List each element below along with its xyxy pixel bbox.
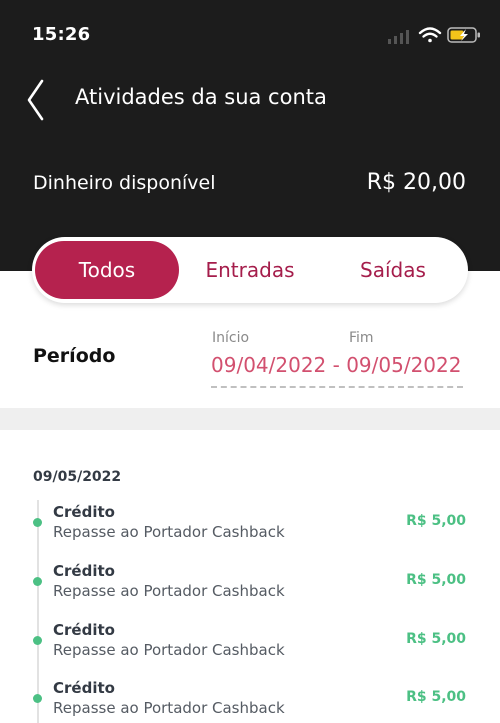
section-divider — [0, 408, 500, 430]
start-date-label: Início — [212, 330, 250, 346]
header-area: 15:26 Atividades da sua conta Dinheiro d… — [0, 0, 500, 271]
transaction-type: Crédito — [53, 503, 115, 521]
credit-dot-icon — [33, 694, 42, 703]
tab-todos[interactable]: Todos — [35, 241, 179, 299]
status-time: 15:26 — [32, 24, 91, 45]
page-title: Atividades da sua conta — [75, 85, 327, 109]
transaction-type: Crédito — [53, 621, 115, 639]
transaction-description: Repasse ao Portador Cashback — [53, 699, 285, 717]
transaction-amount: R$ 5,00 — [406, 513, 466, 529]
transaction-amount: R$ 5,00 — [406, 631, 466, 647]
transaction-description: Repasse ao Portador Cashback — [53, 523, 285, 541]
balance-value: R$ 20,00 — [366, 170, 466, 195]
tab-saidas[interactable]: Saídas — [328, 241, 458, 299]
transaction-description: Repasse ao Portador Cashback — [53, 641, 285, 659]
date-range-value[interactable]: 09/04/2022 - 09/05/2022 — [211, 353, 461, 377]
battery-icon — [447, 27, 480, 43]
tab-entradas[interactable]: Entradas — [182, 241, 318, 299]
date-range-picker[interactable]: Início Fim 09/04/2022 - 09/05/2022 — [211, 328, 467, 390]
transaction-item[interactable]: Crédito Repasse ao Portador Cashback R$ … — [0, 679, 500, 723]
filter-tabs: Todos Entradas Saídas — [32, 237, 468, 303]
end-date-label: Fim — [349, 330, 374, 346]
transaction-description: Repasse ao Portador Cashback — [53, 582, 285, 600]
date-range-underline — [211, 386, 463, 388]
credit-dot-icon — [33, 636, 42, 645]
status-icons — [388, 27, 480, 44]
wifi-icon — [418, 27, 442, 43]
signal-icon — [388, 30, 409, 44]
transaction-amount: R$ 5,00 — [406, 572, 466, 588]
credit-dot-icon — [33, 577, 42, 586]
transaction-type: Crédito — [53, 562, 115, 580]
transaction-item[interactable]: Crédito Repasse ao Portador Cashback R$ … — [0, 621, 500, 671]
transaction-type: Crédito — [53, 679, 115, 697]
credit-dot-icon — [33, 518, 42, 527]
balance-label: Dinheiro disponível — [33, 172, 216, 194]
back-arrow-icon[interactable] — [22, 78, 48, 122]
transaction-date-header: 09/05/2022 — [33, 469, 122, 485]
transaction-item[interactable]: Crédito Repasse ao Portador Cashback R$ … — [0, 562, 500, 612]
period-label: Período — [33, 345, 116, 367]
transaction-item[interactable]: Crédito Repasse ao Portador Cashback R$ … — [0, 503, 500, 553]
transaction-amount: R$ 5,00 — [406, 689, 466, 705]
